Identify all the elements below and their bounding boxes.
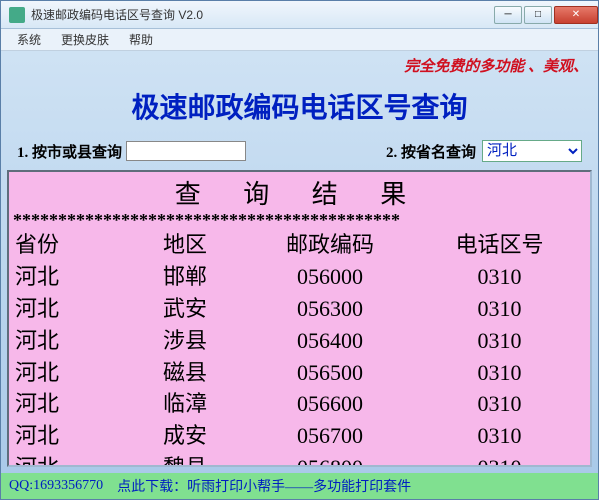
menu-skin[interactable]: 更换皮肤 [51, 29, 119, 50]
cell-areacode: 0310 [415, 420, 584, 452]
cell-postcode: 056800 [245, 452, 415, 465]
cell-province: 河北 [15, 293, 125, 325]
titlebar[interactable]: 极速邮政编码电话区号查询 V2.0 ─ □ ✕ [1, 1, 598, 29]
window-buttons: ─ □ ✕ [492, 6, 598, 24]
cell-postcode: 056000 [245, 261, 415, 293]
cell-province: 河北 [15, 357, 125, 389]
cell-province: 河北 [15, 325, 125, 357]
close-button[interactable]: ✕ [554, 6, 598, 24]
menu-help[interactable]: 帮助 [119, 29, 163, 50]
table-header-row: 省份 地区 邮政编码 电话区号 [15, 229, 584, 261]
cell-area: 魏县 [125, 452, 245, 465]
table-row: 河北临漳0566000310 [15, 388, 584, 420]
cell-area: 成安 [125, 420, 245, 452]
table-row: 河北邯郸0560000310 [15, 261, 584, 293]
cell-postcode: 056700 [245, 420, 415, 452]
search-by-city-label: 1. 按市或县查询 [17, 141, 122, 162]
result-table: 省份 地区 邮政编码 电话区号 河北邯郸0560000310河北武安056300… [9, 229, 590, 465]
search-row: 1. 按市或县查询 2. 按省名查询 河北 [7, 136, 592, 170]
menubar: 系统 更换皮肤 帮助 [1, 29, 598, 51]
window-title: 极速邮政编码电话区号查询 V2.0 [31, 6, 492, 23]
col-areacode: 电话区号 [415, 229, 584, 261]
cell-postcode: 056500 [245, 357, 415, 389]
result-title: 查 询 结 果 [9, 172, 590, 211]
search-by-province-label: 2. 按省名查询 [386, 141, 476, 162]
cell-postcode: 056300 [245, 293, 415, 325]
footer: QQ:1693356770 点此下载：听雨打印小帮手——多功能打印套件 [1, 473, 598, 499]
menu-system[interactable]: 系统 [7, 29, 51, 50]
cell-province: 河北 [15, 452, 125, 465]
page-title: 极速邮政编码电话区号查询 [7, 80, 592, 136]
app-icon [9, 7, 25, 23]
result-panel: 查 询 结 果 ********************************… [7, 170, 592, 467]
search-city-input[interactable] [126, 141, 246, 161]
qq-contact: QQ:1693356770 [9, 478, 103, 494]
cell-areacode: 0310 [415, 325, 584, 357]
cell-area: 临漳 [125, 388, 245, 420]
cell-area: 磁县 [125, 357, 245, 389]
table-row: 河北魏县0568000310 [15, 452, 584, 465]
table-row: 河北武安0563000310 [15, 293, 584, 325]
cell-postcode: 056400 [245, 325, 415, 357]
minimize-button[interactable]: ─ [494, 6, 522, 24]
cell-area: 邯郸 [125, 261, 245, 293]
cell-province: 河北 [15, 388, 125, 420]
banner-text: 完全免费的多功能 、美观、 [7, 53, 592, 80]
table-row: 河北成安0567000310 [15, 420, 584, 452]
result-separator: ****************************************… [9, 211, 590, 229]
cell-areacode: 0310 [415, 452, 584, 465]
cell-areacode: 0310 [415, 357, 584, 389]
maximize-button[interactable]: □ [524, 6, 552, 24]
cell-areacode: 0310 [415, 388, 584, 420]
download-link[interactable]: 点此下载：听雨打印小帮手——多功能打印套件 [117, 476, 411, 496]
cell-areacode: 0310 [415, 293, 584, 325]
cell-area: 武安 [125, 293, 245, 325]
col-province: 省份 [15, 229, 125, 261]
cell-province: 河北 [15, 261, 125, 293]
cell-postcode: 056600 [245, 388, 415, 420]
cell-area: 涉县 [125, 325, 245, 357]
province-select[interactable]: 河北 [482, 140, 582, 162]
col-postcode: 邮政编码 [245, 229, 415, 261]
table-row: 河北磁县0565000310 [15, 357, 584, 389]
col-area: 地区 [125, 229, 245, 261]
cell-province: 河北 [15, 420, 125, 452]
table-row: 河北涉县0564000310 [15, 325, 584, 357]
body: 完全免费的多功能 、美观、 极速邮政编码电话区号查询 1. 按市或县查询 2. … [1, 51, 598, 473]
cell-areacode: 0310 [415, 261, 584, 293]
app-window: 极速邮政编码电话区号查询 V2.0 ─ □ ✕ 系统 更换皮肤 帮助 完全免费的… [0, 0, 599, 500]
